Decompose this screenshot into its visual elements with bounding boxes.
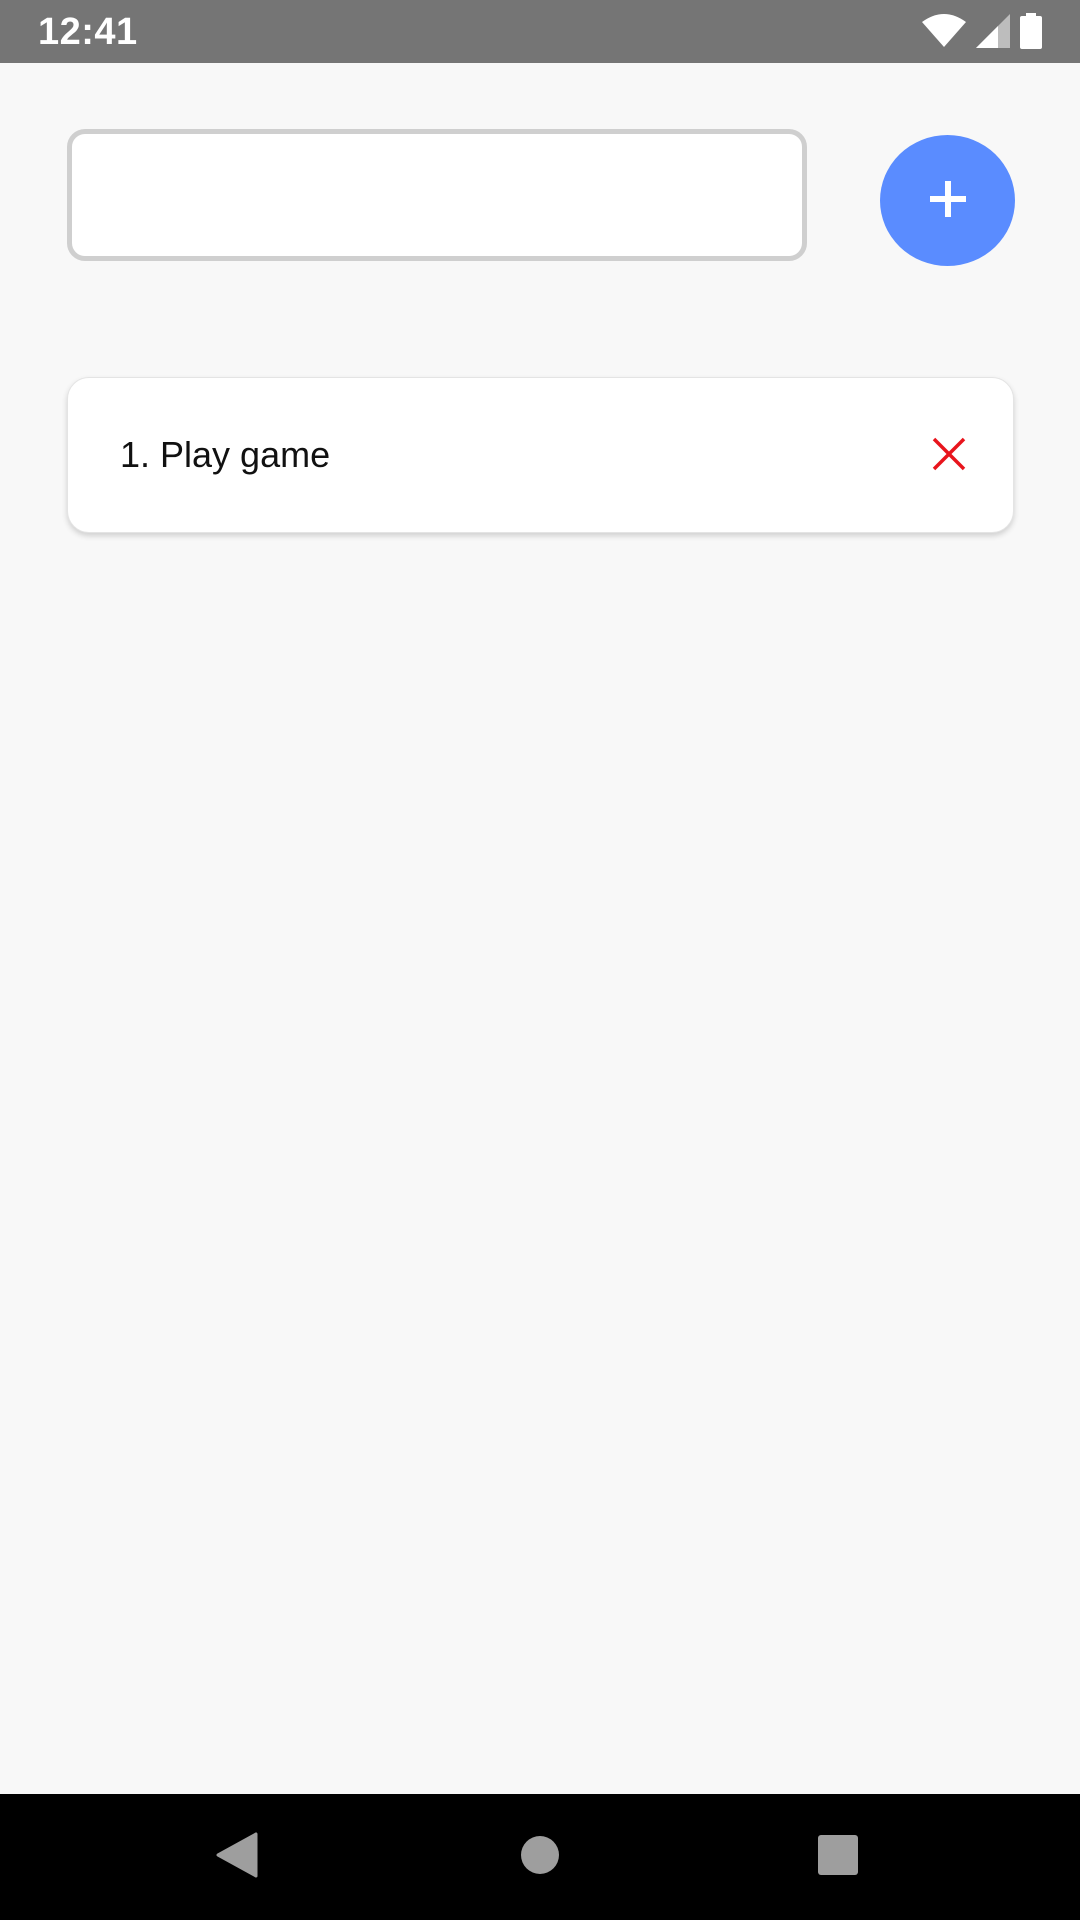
- task-list: 1. Play game: [67, 377, 1014, 533]
- task-item: 1. Play game: [67, 377, 1014, 533]
- task-input[interactable]: [67, 129, 807, 261]
- task-label: 1. Play game: [120, 434, 331, 475]
- add-task-button[interactable]: [880, 135, 1015, 266]
- back-icon: [216, 1832, 258, 1883]
- close-icon: [932, 437, 966, 474]
- home-button[interactable]: [510, 1827, 570, 1887]
- battery-icon: [1020, 13, 1042, 49]
- recents-button[interactable]: [808, 1827, 868, 1887]
- plus-icon: [929, 181, 966, 220]
- navigation-bar: [0, 1794, 1080, 1920]
- main-content: 1. Play game: [0, 63, 1080, 1794]
- status-bar: 12:41: [0, 0, 1080, 63]
- cellular-signal-icon: [976, 14, 1010, 48]
- back-button[interactable]: [207, 1827, 267, 1887]
- wifi-icon: [922, 14, 966, 48]
- status-icons: [922, 12, 1042, 50]
- home-icon: [520, 1835, 560, 1880]
- status-time: 12:41: [38, 11, 138, 53]
- delete-task-button[interactable]: [921, 427, 977, 483]
- recents-icon: [818, 1834, 858, 1880]
